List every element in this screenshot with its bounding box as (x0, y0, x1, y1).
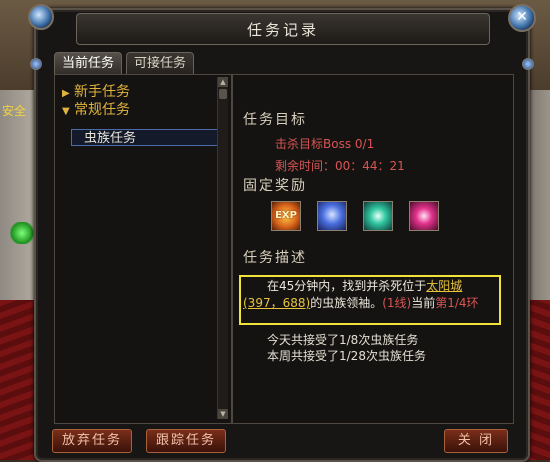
teal-crystal-icon[interactable] (363, 201, 393, 231)
quest-log-window: 任务记录 ✕ 当前任务 可接任务 ▶ 新手任务 ▼ 常规任务 虫族任务 ▲ ▼ ▲ … (28, 4, 536, 462)
expanded-triangle-icon: ▼ (62, 106, 70, 117)
scroll-thumb[interactable] (219, 89, 227, 99)
daily-count: 今天共接受了1/8次虫族任务 (267, 333, 419, 347)
description-text: 在45分钟内，找到并杀死位于 (267, 279, 427, 293)
green-gem-icon (8, 222, 36, 244)
scroll-down-icon[interactable]: ▼ (218, 409, 228, 419)
abandon-quest-button[interactable]: 放弃任务 (52, 429, 132, 453)
quest-details-panel: ▲ ▼ 任务目标 击杀目标Boss 0/1 剩余时间：00：44：21 固定奖励… (217, 74, 514, 424)
tree-category-regular[interactable]: ▼ 常规任务 (62, 99, 130, 119)
description-text: 的虫族领袖。 (310, 296, 383, 310)
side-orb-icon (30, 58, 42, 70)
side-orb-icon (522, 58, 534, 70)
tree-item-selected[interactable]: 虫族任务 (71, 129, 223, 146)
city-link[interactable]: 太阳城 (426, 279, 462, 293)
collapsed-triangle-icon: ▶ (62, 88, 70, 99)
scroll-up-icon[interactable]: ▲ (218, 77, 228, 87)
window-titlebar[interactable]: 任务记录 (76, 13, 490, 45)
tree-category-label: 常规任务 (74, 102, 130, 118)
quest-tree-panel: ▶ 新手任务 ▼ 常规任务 虫族任务 ▲ ▼ (54, 74, 232, 424)
weekly-count: 本周共接受了1/28次虫族任务 (267, 349, 426, 363)
remaining-time: 剩余时间：00：44：21 (275, 159, 405, 173)
exp-icon-label: EXP (275, 210, 297, 221)
exp-icon[interactable]: EXP (271, 201, 301, 231)
track-quest-button[interactable]: 跟踪任务 (146, 429, 226, 453)
objective-text: 击杀目标Boss 0/1 (275, 137, 375, 151)
tree-category-label: 新手任务 (74, 84, 130, 100)
close-button[interactable]: 关 闭 (444, 429, 508, 453)
blue-scroll-icon[interactable] (317, 201, 347, 231)
close-icon[interactable]: ✕ (508, 4, 536, 32)
corner-orb-icon (28, 4, 54, 30)
description-text: 当前 (411, 296, 436, 310)
tab-current-quests[interactable]: 当前任务 (54, 52, 123, 75)
line-tag: (1线) (382, 296, 412, 310)
description-header: 任务描述 (243, 250, 307, 266)
description-box: 在45分钟内，找到并杀死位于太阳城 (397，688)的虫族领袖。(1线)当前第1… (239, 275, 501, 325)
reward-header: 固定奖励 (243, 178, 307, 194)
tab-available-quests[interactable]: 可接任务 (126, 52, 195, 75)
tab-bar: 当前任务 可接任务 (54, 52, 195, 75)
objective-header: 任务目标 (243, 112, 307, 128)
pink-magic-icon[interactable] (409, 201, 439, 231)
coords-link[interactable]: (397，688) (243, 296, 310, 310)
details-scrollbar[interactable]: ▲ ▼ (217, 77, 228, 419)
ring-progress: 第1/4环 (435, 296, 479, 310)
safe-zone-label: 安全 (2, 104, 27, 118)
tree-category-newbie[interactable]: ▶ 新手任务 (62, 81, 130, 101)
window-title: 任务记录 (246, 20, 319, 39)
